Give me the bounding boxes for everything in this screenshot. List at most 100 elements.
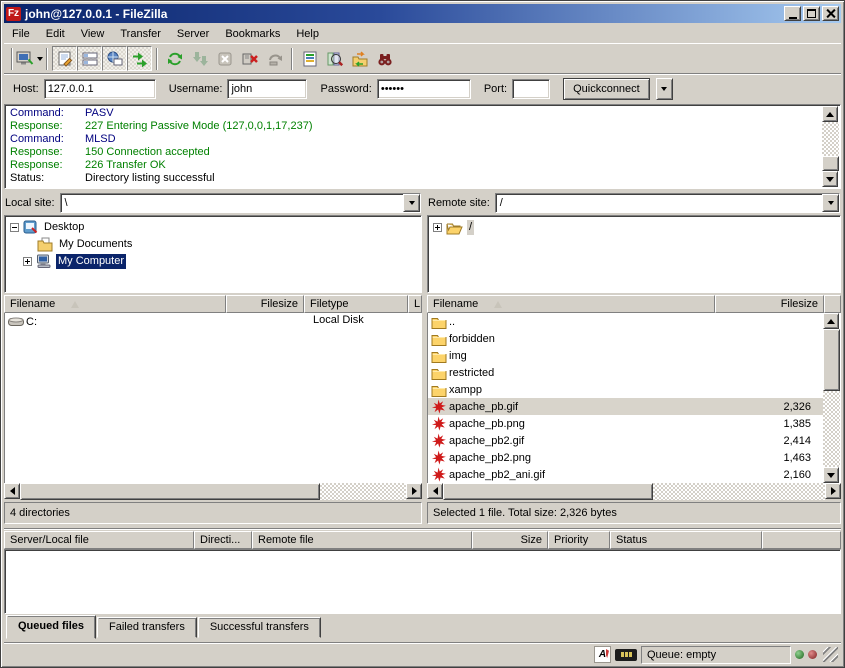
column-filename[interactable]: Filename (427, 295, 715, 313)
menu-server[interactable]: Server (169, 26, 217, 42)
expand-icon[interactable] (23, 257, 32, 266)
menu-file[interactable]: File (4, 26, 38, 42)
file-row[interactable]: restricted (428, 364, 823, 381)
scroll-left-button[interactable] (4, 483, 20, 499)
collapse-icon[interactable] (10, 223, 19, 232)
close-button[interactable] (822, 6, 839, 21)
cancel-button[interactable] (212, 46, 237, 71)
tree-label-selected-inactive[interactable]: / (467, 220, 474, 235)
log-scrollbar[interactable] (822, 106, 839, 187)
menu-bookmarks[interactable]: Bookmarks (217, 26, 288, 42)
tree-label[interactable]: My Documents (57, 237, 134, 252)
local-site-dropdown-button[interactable] (403, 194, 420, 212)
speed-limit-icon[interactable] (615, 649, 637, 661)
column-filetype[interactable]: Filetype (304, 295, 408, 313)
file-row[interactable]: forbidden (428, 330, 823, 347)
find-files-button[interactable] (372, 46, 397, 71)
column-server-local-file[interactable]: Server/Local file (4, 531, 194, 549)
tab-failed-transfers[interactable]: Failed transfers (97, 617, 197, 638)
remote-site-combo[interactable]: / (495, 193, 840, 213)
remote-site-dropdown-button[interactable] (822, 194, 839, 212)
reconnect-button[interactable] (262, 46, 287, 71)
scroll-thumb[interactable] (823, 329, 840, 391)
image-file-icon (431, 416, 449, 432)
tree-item-desktop[interactable]: Desktop (7, 219, 419, 236)
tree-item-my-documents[interactable]: My Documents (7, 236, 419, 253)
column-filesize[interactable]: Filesize (226, 295, 304, 313)
scroll-down-button[interactable] (823, 467, 839, 483)
image-file-icon (431, 467, 449, 483)
column-filename[interactable]: Filename (4, 295, 226, 313)
toggle-remote-tree-button[interactable] (102, 46, 127, 71)
disconnect-icon (242, 51, 258, 67)
minimize-button[interactable] (784, 6, 801, 21)
port-input[interactable] (512, 79, 550, 99)
column-direction[interactable]: Directi... (194, 531, 252, 549)
scroll-thumb[interactable] (443, 483, 653, 500)
column-filesize[interactable]: Filesize (715, 295, 824, 313)
tab-successful-transfers[interactable]: Successful transfers (198, 617, 321, 638)
refresh-button[interactable] (162, 46, 187, 71)
file-row[interactable]: xampp (428, 381, 823, 398)
data-type-indicator-icon[interactable]: A (594, 646, 611, 663)
maximize-button[interactable] (803, 6, 820, 21)
file-row-selected[interactable]: apache_pb.gif 2,326 (428, 398, 823, 415)
tree-label[interactable]: Desktop (42, 220, 86, 235)
column-status[interactable]: Status (610, 531, 762, 549)
toggle-queue-button[interactable] (127, 46, 152, 71)
tree-label-selected[interactable]: My Computer (56, 254, 126, 269)
quickconnect-button[interactable]: Quickconnect (563, 78, 650, 100)
menu-view[interactable]: View (73, 26, 113, 42)
file-row-c-drive[interactable]: C: Local Disk (5, 313, 421, 330)
file-row[interactable]: apache_pb2_ani.gif 2,160 (428, 466, 823, 483)
file-row[interactable]: img (428, 347, 823, 364)
scroll-thumb[interactable] (822, 156, 839, 171)
quickconnect-dropdown-button[interactable] (656, 78, 673, 100)
remote-vscrollbar[interactable] (823, 313, 840, 483)
toggle-local-tree-button[interactable] (77, 46, 102, 71)
scroll-up-button[interactable] (822, 106, 838, 122)
scroll-thumb[interactable] (20, 483, 320, 500)
toggle-log-icon (57, 51, 73, 67)
queue-list-empty[interactable] (4, 549, 841, 614)
refresh-icon (167, 51, 183, 67)
file-row[interactable]: apache_pb2.png 1,463 (428, 449, 823, 466)
column-priority[interactable]: Priority (548, 531, 610, 549)
remote-hscrollbar[interactable] (427, 483, 841, 500)
column-size[interactable]: Size (472, 531, 548, 549)
file-row[interactable]: apache_pb.png 1,385 (428, 415, 823, 432)
menu-edit[interactable]: Edit (38, 26, 73, 42)
remote-status-text: Selected 1 file. Total size: 2,326 bytes (427, 502, 841, 524)
tree-item-root[interactable]: / (430, 219, 838, 236)
toggle-log-button[interactable] (52, 46, 77, 71)
expand-icon[interactable] (433, 223, 442, 232)
arrow-down-icon (827, 473, 835, 478)
process-queue-button[interactable] (187, 46, 212, 71)
synchronized-browsing-button[interactable] (347, 46, 372, 71)
file-row[interactable]: apache_pb2.gif 2,414 (428, 432, 823, 449)
scroll-left-button[interactable] (427, 483, 443, 499)
menu-transfer[interactable]: Transfer (112, 26, 169, 42)
column-last-modified[interactable]: L (408, 295, 422, 313)
disconnect-button[interactable] (237, 46, 262, 71)
filter-button[interactable] (297, 46, 322, 71)
local-site-combo[interactable]: \ (60, 193, 421, 213)
scroll-down-button[interactable] (822, 171, 838, 187)
file-row[interactable]: .. (428, 313, 823, 330)
host-input[interactable] (44, 79, 156, 99)
menu-help[interactable]: Help (288, 26, 327, 42)
directory-comparison-button[interactable] (322, 46, 347, 71)
resize-grip[interactable] (823, 647, 838, 662)
site-manager-button[interactable] (17, 46, 42, 71)
column-remote-file[interactable]: Remote file (252, 531, 472, 549)
arrow-right-icon (831, 487, 836, 495)
scroll-up-button[interactable] (823, 313, 839, 329)
folder-icon (431, 383, 449, 397)
scroll-right-button[interactable] (406, 483, 422, 499)
scroll-right-button[interactable] (825, 483, 841, 499)
tree-item-my-computer[interactable]: My Computer (7, 253, 419, 270)
tab-queued-files[interactable]: Queued files (6, 615, 96, 639)
username-input[interactable] (227, 79, 307, 99)
password-input[interactable] (377, 79, 471, 99)
local-hscrollbar[interactable] (4, 483, 422, 500)
